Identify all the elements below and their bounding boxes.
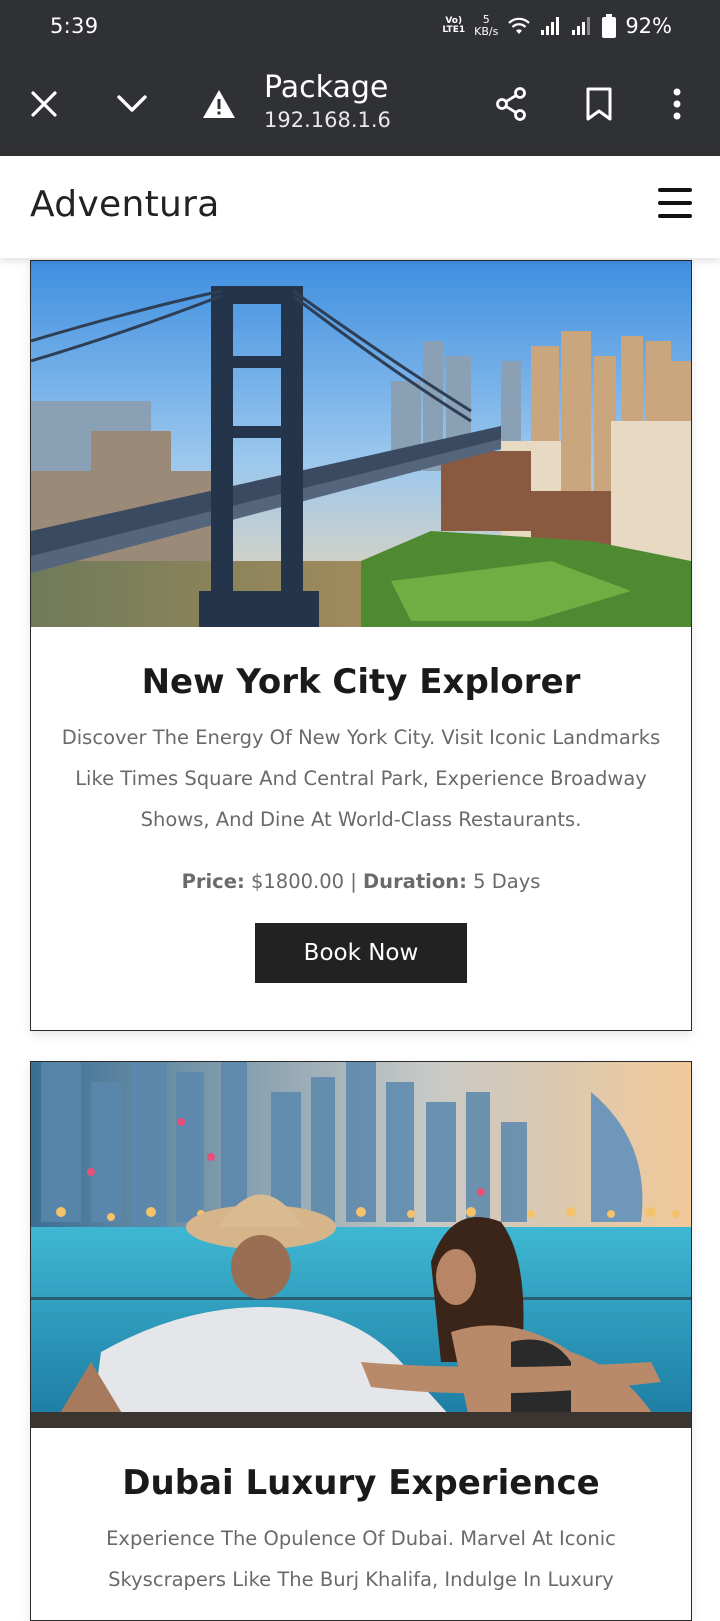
- chevron-down-icon[interactable]: [112, 84, 152, 124]
- package-card-body: Dubai Luxury Experience Experience The O…: [31, 1462, 691, 1600]
- signal-icon: [540, 16, 562, 36]
- package-card: New York City Explorer Discover The Ener…: [30, 260, 692, 1031]
- duration-value: 5 Days: [473, 870, 541, 893]
- page-heading[interactable]: Package 192.168.1.6: [264, 70, 391, 134]
- brand-logo[interactable]: Adventura: [30, 184, 220, 225]
- bookmark-icon[interactable]: [579, 84, 619, 124]
- network-speed: 5 KB/s: [474, 13, 499, 38]
- duration-label: Duration:: [363, 870, 467, 893]
- signal-icon: [571, 16, 593, 36]
- package-title: New York City Explorer: [141, 662, 581, 702]
- close-icon[interactable]: [24, 84, 64, 124]
- hamburger-menu-icon[interactable]: [658, 188, 692, 218]
- more-vertical-icon[interactable]: [657, 84, 697, 124]
- battery-percentage: 92%: [625, 14, 672, 38]
- package-meta: Price: $1800.00 | Duration: 5 Days: [55, 870, 667, 893]
- book-now-button[interactable]: Book Now: [255, 923, 467, 983]
- price-label: Price:: [181, 870, 245, 893]
- meta-separator: |: [350, 870, 357, 893]
- status-icons: Vo) LTE1 5 KB/s 92%: [442, 14, 672, 38]
- warning-icon[interactable]: [199, 84, 239, 124]
- share-icon[interactable]: [491, 84, 531, 124]
- status-time: 5:39: [50, 14, 99, 38]
- status-bar: 5:39 Vo) LTE1 5 KB/s 92%: [0, 0, 720, 52]
- wifi-icon: [507, 16, 531, 36]
- battery-icon: [602, 14, 617, 38]
- package-description: Discover The Energy Of New York City. Vi…: [61, 726, 661, 831]
- package-card-body: New York City Explorer Discover The Ener…: [31, 661, 691, 983]
- browser-toolbar: Package 192.168.1.6: [0, 52, 720, 156]
- page-url: 192.168.1.6: [264, 108, 391, 132]
- package-image-dubai: [31, 1062, 691, 1428]
- price-value: $1800.00: [250, 870, 345, 893]
- site-header: Adventura: [0, 156, 720, 258]
- package-image-new-york: [31, 261, 691, 627]
- package-description: Experience The Opulence Of Dubai. Marvel…: [106, 1527, 616, 1591]
- package-card: Dubai Luxury Experience Experience The O…: [30, 1061, 692, 1621]
- package-title: Dubai Luxury Experience: [122, 1463, 600, 1503]
- page-title: Package: [264, 70, 389, 105]
- volte-indicator: Vo) LTE1: [442, 16, 466, 35]
